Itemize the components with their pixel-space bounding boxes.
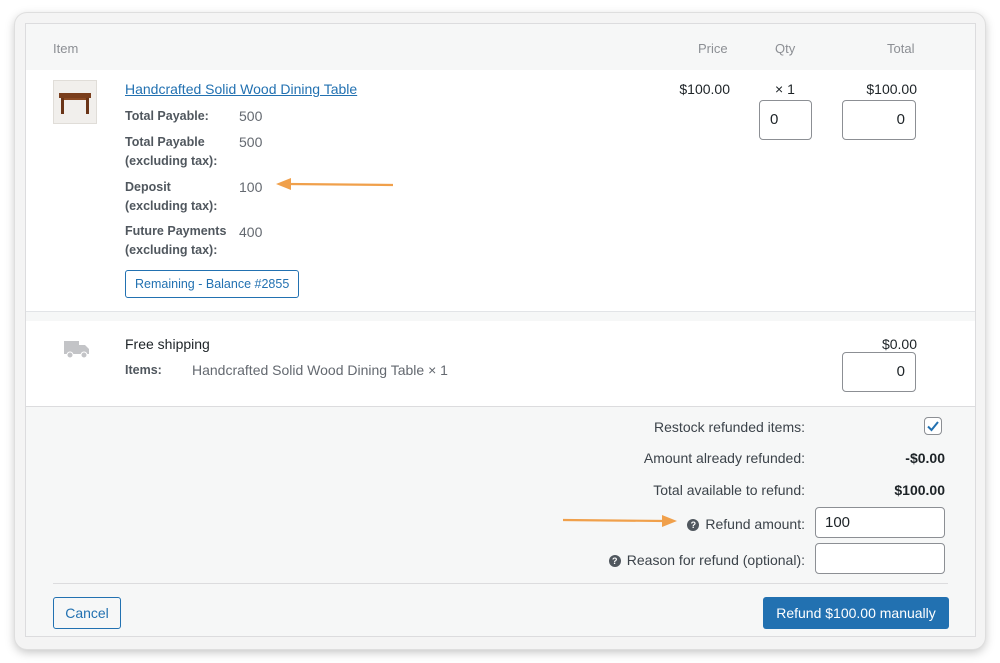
refund-reason-label-wrap: ? Reason for refund (optional):	[608, 552, 805, 568]
refund-totals: Restock refunded items: Amount already r…	[26, 407, 975, 636]
meta-key-total-payable-ex-tax: Total Payable (excluding tax):	[125, 135, 218, 168]
refund-reason-input[interactable]	[815, 543, 945, 574]
header-total: Total	[887, 41, 915, 56]
truck-icon	[64, 341, 89, 359]
shipping-row: Free shipping Items: Handcrafted Solid W…	[26, 313, 975, 407]
line-item-row: Handcrafted Solid Wood Dining Table Tota…	[26, 70, 975, 312]
shipping-items-label: Items:	[125, 363, 162, 377]
already-refunded-value: -$0.00	[905, 450, 945, 466]
meta-key-future-payments: Future Payments (excluding tax):	[125, 224, 227, 257]
refund-amount-input[interactable]: 100	[815, 507, 945, 538]
refund-amount-label-wrap: ? Refund amount:	[687, 516, 805, 532]
checkmark-icon	[927, 421, 939, 432]
refund-amount-label: Refund amount:	[705, 516, 805, 532]
cancel-button[interactable]: Cancel	[53, 597, 121, 629]
items-table-header: Item Price Qty Total	[26, 24, 975, 70]
item-total: $100.00	[866, 81, 917, 97]
header-qty: Qty	[775, 41, 796, 56]
shipping-items-value: Handcrafted Solid Wood Dining Table × 1	[192, 362, 448, 378]
refund-manually-button[interactable]: Refund $100.00 manually	[763, 597, 949, 629]
product-link[interactable]: Handcrafted Solid Wood Dining Table	[125, 81, 357, 97]
restock-checkbox[interactable]	[924, 417, 942, 435]
available-refund-label: Total available to refund:	[653, 482, 805, 498]
product-thumbnail	[53, 80, 97, 124]
meta-value-total-payable: 500	[239, 108, 263, 124]
refund-shipping-input[interactable]: 0	[842, 352, 916, 392]
shipping-total: $0.00	[881, 336, 917, 352]
annotation-arrow-deposit	[276, 178, 394, 190]
header-price: Price	[698, 41, 728, 56]
meta-value-total-payable-ex-tax: 500	[239, 134, 263, 150]
shipping-method-name: Free shipping	[125, 336, 210, 352]
balance-order-tag[interactable]: Remaining - Balance #2855	[125, 270, 300, 298]
actions-divider	[53, 583, 948, 584]
item-qty: × 1	[775, 81, 795, 97]
help-icon[interactable]: ?	[608, 555, 621, 567]
refund-panel: Item Price Qty Total Handcrafted Solid W…	[25, 23, 976, 637]
meta-key-total-payable: Total Payable:	[125, 109, 209, 123]
refund-reason-label: Reason for refund (optional):	[626, 552, 805, 568]
annotation-arrow-refund-amount	[562, 515, 677, 527]
restock-label: Restock refunded items:	[654, 419, 805, 435]
meta-key-deposit: Deposit (excluding tax):	[125, 180, 218, 213]
help-icon[interactable]: ?	[687, 519, 700, 531]
meta-value-future-payments: 400	[239, 224, 263, 240]
already-refunded-label: Amount already refunded:	[643, 450, 805, 466]
refund-qty-input[interactable]: 0	[759, 100, 812, 140]
meta-value-deposit: 100	[239, 179, 263, 195]
refund-line-total-input[interactable]: 0	[842, 100, 916, 140]
available-refund-value: $100.00	[894, 482, 945, 498]
item-price: $100.00	[679, 81, 730, 97]
header-item: Item	[53, 41, 79, 56]
